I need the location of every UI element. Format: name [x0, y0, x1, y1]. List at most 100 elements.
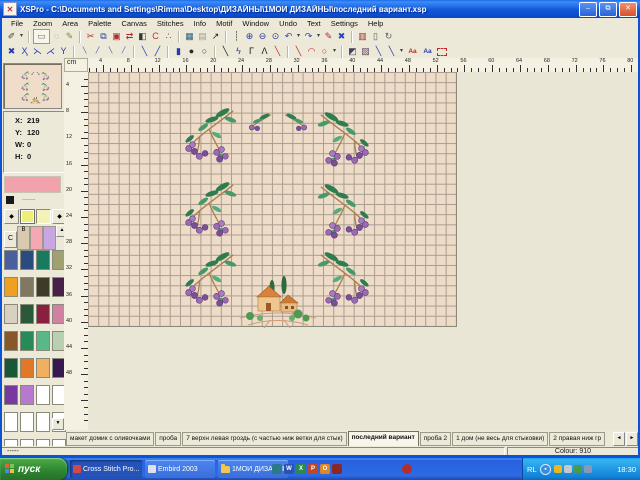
- zoom-in-button[interactable]: ⊕: [243, 30, 256, 43]
- menu-text[interactable]: Text: [302, 19, 326, 28]
- tray-network[interactable]: [584, 465, 592, 473]
- quarter-stitch-b-button[interactable]: ╱: [91, 45, 104, 58]
- palette-swatch[interactable]: [20, 277, 34, 297]
- design-tab[interactable]: макет домик с оливочками: [66, 432, 154, 446]
- blend-bar-1[interactable]: B: [17, 226, 30, 250]
- arrow-mode-button[interactable]: ↗: [209, 30, 222, 43]
- half-stitch-forward-button[interactable]: ╱: [151, 45, 164, 58]
- select-stitches-button[interactable]: [435, 45, 448, 58]
- curve-dropdown[interactable]: ▾: [331, 45, 338, 58]
- blends-button[interactable]: B: [18, 227, 29, 233]
- export-copy-button[interactable]: ↻: [382, 30, 395, 43]
- design-tab[interactable]: 1 дом (не весь для стыковки): [452, 432, 548, 446]
- text-red-button[interactable]: Aa: [405, 45, 420, 58]
- selected-thread-swatch[interactable]: [20, 209, 35, 224]
- palette-swatch[interactable]: [36, 358, 50, 378]
- export-save-button[interactable]: ▥: [356, 30, 369, 43]
- rotate-button[interactable]: C: [149, 30, 162, 43]
- zoom-out-button[interactable]: ⊖: [256, 30, 269, 43]
- menu-settings[interactable]: Settings: [326, 19, 363, 28]
- print-button[interactable]: ▤: [196, 30, 209, 43]
- task-button[interactable]: Embird 2003: [145, 460, 215, 478]
- menu-window[interactable]: Window: [237, 19, 274, 28]
- half-cross-stitch-button[interactable]: Y: [57, 45, 70, 58]
- palette-swatch[interactable]: [36, 250, 50, 270]
- backstitch-zigzag-button[interactable]: ϟ: [232, 45, 245, 58]
- tab-scroll-left[interactable]: ◄: [613, 432, 625, 446]
- curve-line-button[interactable]: ╲: [292, 45, 305, 58]
- draw-tool-dropdown[interactable]: ▾: [18, 30, 25, 43]
- long-stitch-dropdown[interactable]: ▾: [398, 45, 405, 58]
- select-freehand-button[interactable]: ◌: [50, 30, 63, 43]
- palette-swatch[interactable]: [20, 331, 34, 351]
- select-rectangle-button[interactable]: ▭: [33, 29, 50, 44]
- tray-mail[interactable]: [554, 465, 562, 473]
- palette-swatch[interactable]: [4, 277, 18, 297]
- blend-bar-2[interactable]: [30, 226, 43, 250]
- thread-column-button[interactable]: ┊: [230, 30, 243, 43]
- start-button[interactable]: пуск: [0, 458, 67, 480]
- design-tab[interactable]: 7 верхн левая гроздь (с частью ниж ветки…: [182, 432, 346, 446]
- alternate-thread-swatch[interactable]: [36, 209, 51, 224]
- curve-circle-button[interactable]: ○: [318, 45, 331, 58]
- stitch-grid[interactable]: [88, 72, 457, 327]
- palette-swatch[interactable]: [20, 250, 34, 270]
- copy-button[interactable]: ⧉: [97, 30, 110, 43]
- ql-display[interactable]: [272, 464, 282, 474]
- task-button[interactable]: Cross Stitch Pro...: [70, 460, 142, 478]
- palette-swatch[interactable]: [4, 304, 18, 324]
- colours-button[interactable]: C: [4, 231, 17, 248]
- draw-tool-button[interactable]: ✐: [5, 30, 18, 43]
- design-tab[interactable]: проба: [155, 432, 181, 446]
- ql-app-orange[interactable]: O: [320, 464, 330, 474]
- backstitch-line-button[interactable]: ╲: [219, 45, 232, 58]
- half-stitch-back-button[interactable]: ╲: [138, 45, 151, 58]
- menu-motif[interactable]: Motif: [211, 19, 237, 28]
- long-stitch-b-button[interactable]: ╲: [385, 45, 398, 58]
- backstitch-corner-button[interactable]: Γ: [245, 45, 258, 58]
- menu-file[interactable]: File: [6, 19, 28, 28]
- quarter-stitch-a-button[interactable]: ╲: [78, 45, 91, 58]
- quarter-stitch-d-button[interactable]: ╱: [117, 45, 130, 58]
- design-tab[interactable]: последний вариант: [348, 431, 419, 447]
- close-button[interactable]: ✕: [619, 2, 637, 17]
- picture-tool-button[interactable]: ▨: [359, 45, 372, 58]
- prev-thread-button[interactable]: ◆: [4, 209, 19, 224]
- tray-app[interactable]: [564, 465, 572, 473]
- three-quarter-stitch-a-button[interactable]: Ҳ: [18, 45, 31, 58]
- offset-button[interactable]: ∴: [162, 30, 175, 43]
- palette-swatch[interactable]: [36, 412, 50, 432]
- menu-undo[interactable]: Undo: [274, 19, 302, 28]
- three-quarter-stitch-c-button[interactable]: ⋌: [44, 45, 57, 58]
- menu-help[interactable]: Help: [363, 19, 388, 28]
- palette-swatch[interactable]: [4, 250, 18, 270]
- thread-sample-swatch[interactable]: [6, 196, 14, 204]
- palette-swatch[interactable]: [4, 385, 18, 405]
- menu-zoom[interactable]: Zoom: [28, 19, 57, 28]
- curve-arc-button[interactable]: ◠: [305, 45, 318, 58]
- redo-button[interactable]: ↷: [302, 30, 315, 43]
- three-quarter-stitch-b-button[interactable]: ⋋: [31, 45, 44, 58]
- design-tab[interactable]: проба 2: [420, 432, 451, 446]
- quarter-stitch-c-button[interactable]: ╲: [104, 45, 117, 58]
- delete-mode-button[interactable]: ✖: [335, 30, 348, 43]
- ql-app-maroon[interactable]: [332, 464, 342, 474]
- blend-bar-3[interactable]: [43, 226, 56, 250]
- menu-canvas[interactable]: Canvas: [116, 19, 151, 28]
- tab-scroll-right[interactable]: ►: [626, 432, 638, 446]
- bead-button[interactable]: ●: [185, 45, 198, 58]
- minimize-button[interactable]: –: [579, 2, 597, 17]
- palette-swatch[interactable]: [36, 304, 50, 324]
- cut-button[interactable]: ✂: [84, 30, 97, 43]
- motif-tool-button[interactable]: ◩: [346, 45, 359, 58]
- tray-chevron-icon[interactable]: ◄: [540, 464, 551, 475]
- mirror-button[interactable]: ◧: [136, 30, 149, 43]
- undo-dropdown[interactable]: ▾: [295, 30, 302, 43]
- palette-swatch[interactable]: [20, 385, 34, 405]
- text-blue-button[interactable]: Aa: [420, 45, 435, 58]
- palette-swatch[interactable]: [4, 412, 18, 432]
- palette-swatch[interactable]: [20, 304, 34, 324]
- palette-swatch[interactable]: [20, 412, 34, 432]
- palette-swatch[interactable]: [36, 277, 50, 297]
- zoom-actual-button[interactable]: ⊙: [269, 30, 282, 43]
